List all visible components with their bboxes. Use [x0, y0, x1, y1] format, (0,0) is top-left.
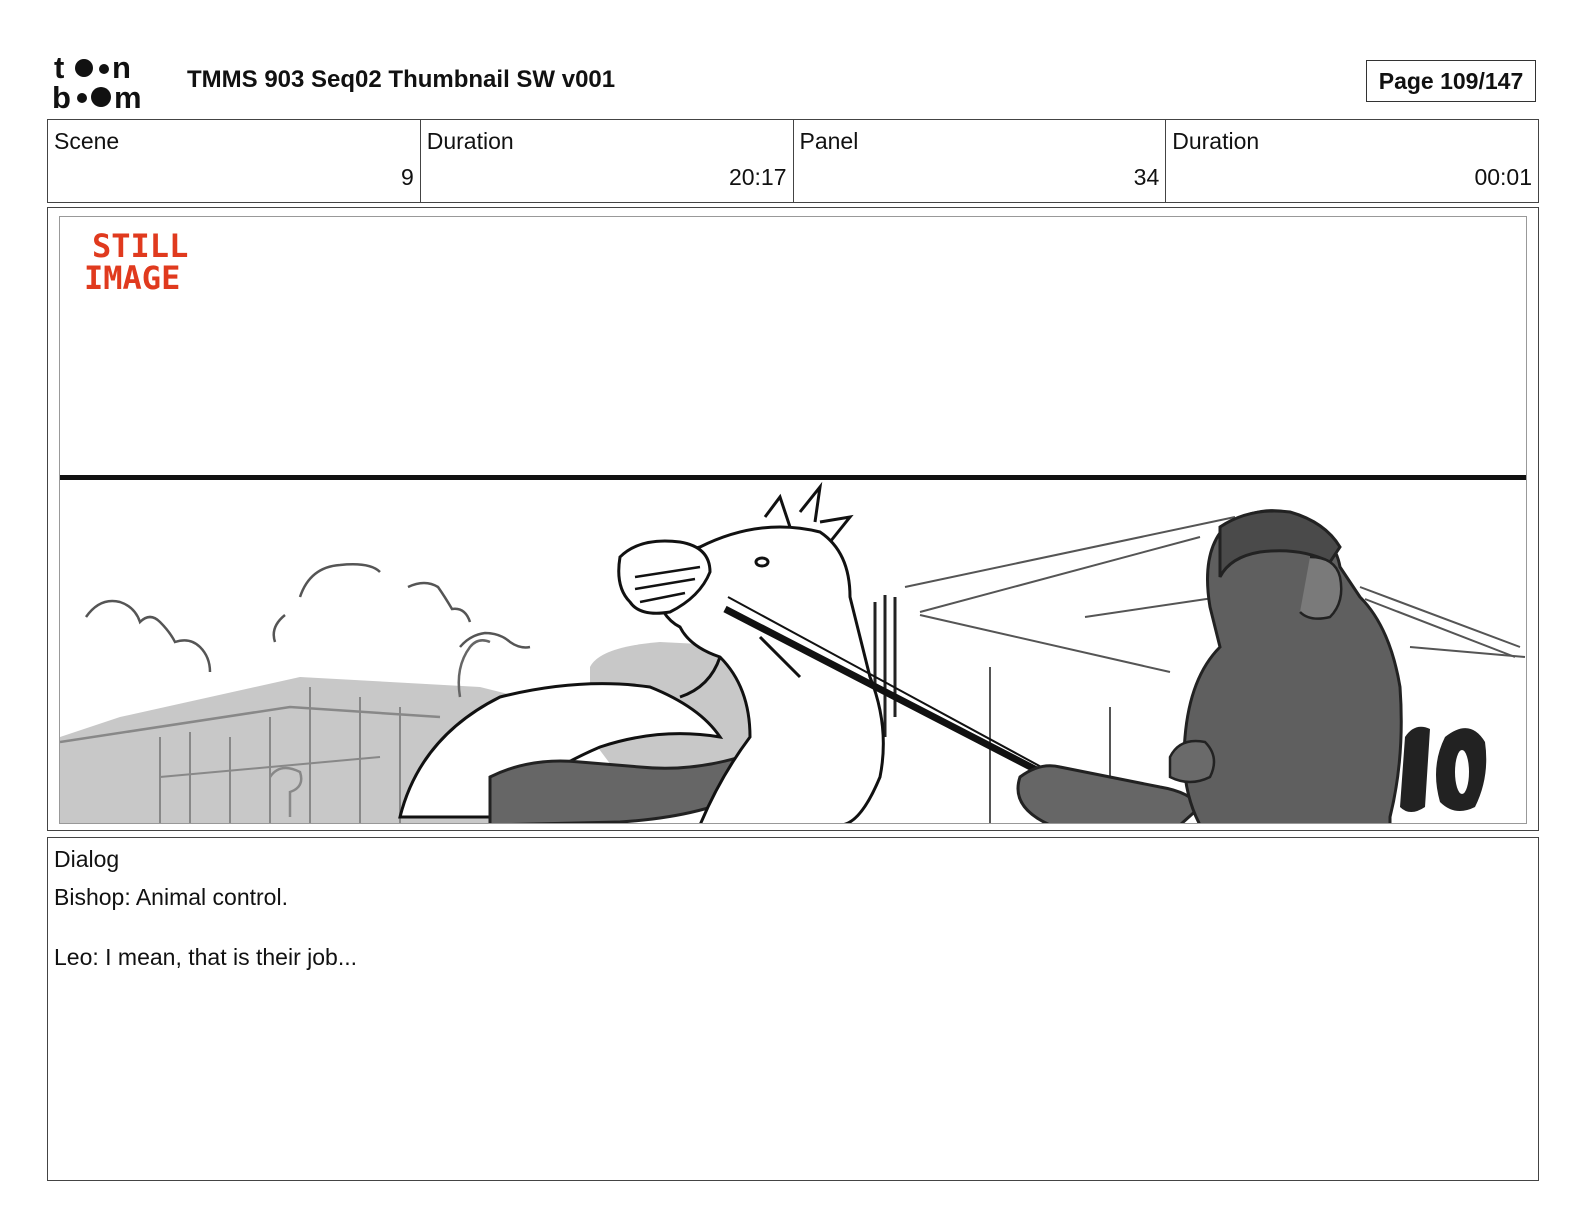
toon-boom-logo: t n b m [52, 52, 142, 112]
scene-value: 9 [400, 164, 414, 190]
wall-lettering [1400, 726, 1487, 812]
panel-duration-label: Duration [1172, 128, 1260, 154]
scene-duration-label: Duration [426, 128, 514, 154]
scene-label: Scene [54, 128, 120, 154]
storyboard-panel: STILL IMAGE [59, 216, 1527, 824]
svg-text:b: b [52, 80, 71, 112]
panel-sketch: STILL IMAGE [60, 227, 1526, 823]
scene-duration-value: 20:17 [728, 164, 787, 190]
document-title: TMMS 903 Seq02 Thumbnail SW v001 [187, 66, 616, 93]
dialog-lines: Bishop: Animal control. Leo: I mean, tha… [54, 882, 357, 1002]
dialog-line: Leo: I mean, that is their job... [54, 944, 357, 970]
dialog-label: Dialog [54, 846, 120, 872]
panel-duration-value: 00:01 [1474, 164, 1532, 190]
officer-sketch [1168, 509, 1403, 823]
panel-duration-cell: Duration 00:01 [1166, 120, 1538, 202]
dialog-box: Dialog Bishop: Animal control. Leo: I me… [47, 837, 1539, 1181]
storyboard-panel-frame: STILL IMAGE [47, 207, 1539, 831]
panel-cell: Panel 34 [794, 120, 1167, 202]
scene-info-row: Scene 9 Duration 20:17 Panel 34 Duration… [47, 119, 1539, 203]
scene-cell: Scene 9 [48, 120, 421, 202]
wall-lettering-hole [1455, 750, 1469, 794]
scene-duration-cell: Duration 20:17 [421, 120, 794, 202]
still-image-label-line2: IMAGE [84, 259, 180, 297]
svg-text:m: m [114, 80, 142, 112]
page-indicator: Page 109/147 [1366, 60, 1536, 102]
panel-value: 34 [1133, 164, 1160, 190]
letterbox-line [60, 475, 1526, 480]
panel-label: Panel [799, 128, 859, 154]
dialog-line: Bishop: Animal control. [54, 884, 288, 910]
